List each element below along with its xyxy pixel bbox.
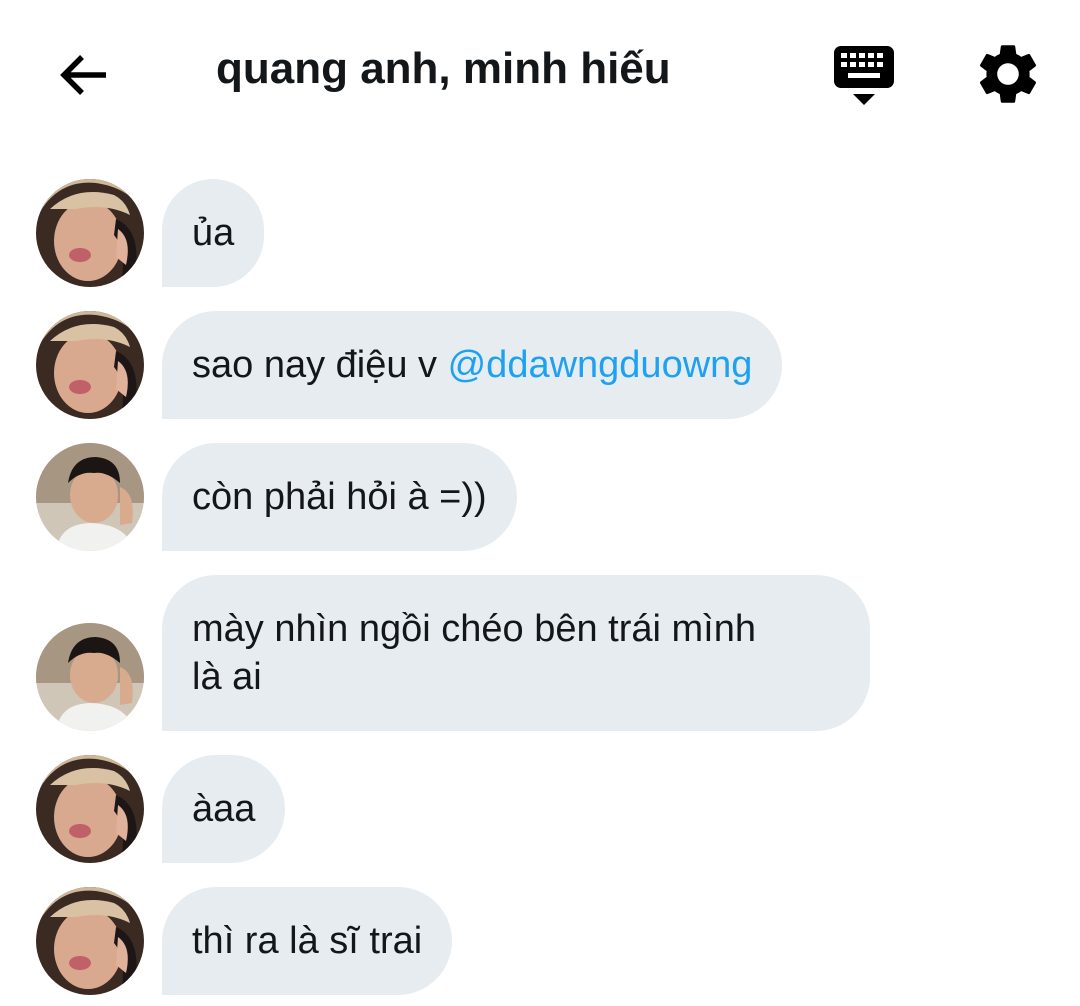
avatar-user-a[interactable] xyxy=(36,179,144,287)
gear-icon xyxy=(979,45,1037,103)
message-bubble[interactable]: còn phải hỏi à =)) xyxy=(162,443,517,551)
conversation-header: quang anh, minh hiếu xyxy=(0,0,1080,150)
keyboard-hide-icon xyxy=(834,46,894,105)
message-text-line: là ai xyxy=(192,656,262,698)
message-text: thì ra là sĩ trai xyxy=(192,920,423,962)
message-bubble[interactable]: thì ra là sĩ trai xyxy=(162,887,453,995)
avatar-user-b[interactable] xyxy=(36,443,144,551)
message-text: còn phải hỏi à =)) xyxy=(192,476,487,518)
message-bubble[interactable]: mày nhìn ngồi chéo bên trái mình là ai xyxy=(162,575,870,731)
message-text: sao nay điệu v xyxy=(192,344,448,386)
avatar-user-a[interactable] xyxy=(36,887,144,995)
message-text-line: mày nhìn ngồi chéo bên trái mình xyxy=(192,608,757,650)
user-mention-link[interactable]: @ddawngduowng xyxy=(448,344,753,386)
message-bubble[interactable]: ủa xyxy=(162,179,265,287)
back-button[interactable] xyxy=(50,40,120,110)
message-text: ủa xyxy=(192,212,235,254)
message-text: àaa xyxy=(192,788,256,830)
conversation-title: quang anh, minh hiếu xyxy=(216,44,671,93)
keyboard-toggle-button[interactable] xyxy=(830,40,900,110)
avatar-user-a[interactable] xyxy=(36,311,144,419)
message-bubble[interactable]: àaa xyxy=(162,755,286,863)
settings-button[interactable] xyxy=(972,38,1044,110)
avatar-user-a[interactable] xyxy=(36,755,144,863)
arrow-left-icon xyxy=(60,55,106,95)
avatar-user-b[interactable] xyxy=(36,623,144,731)
message-bubble[interactable]: sao nay điệu v @ddawngduowng xyxy=(162,311,783,419)
